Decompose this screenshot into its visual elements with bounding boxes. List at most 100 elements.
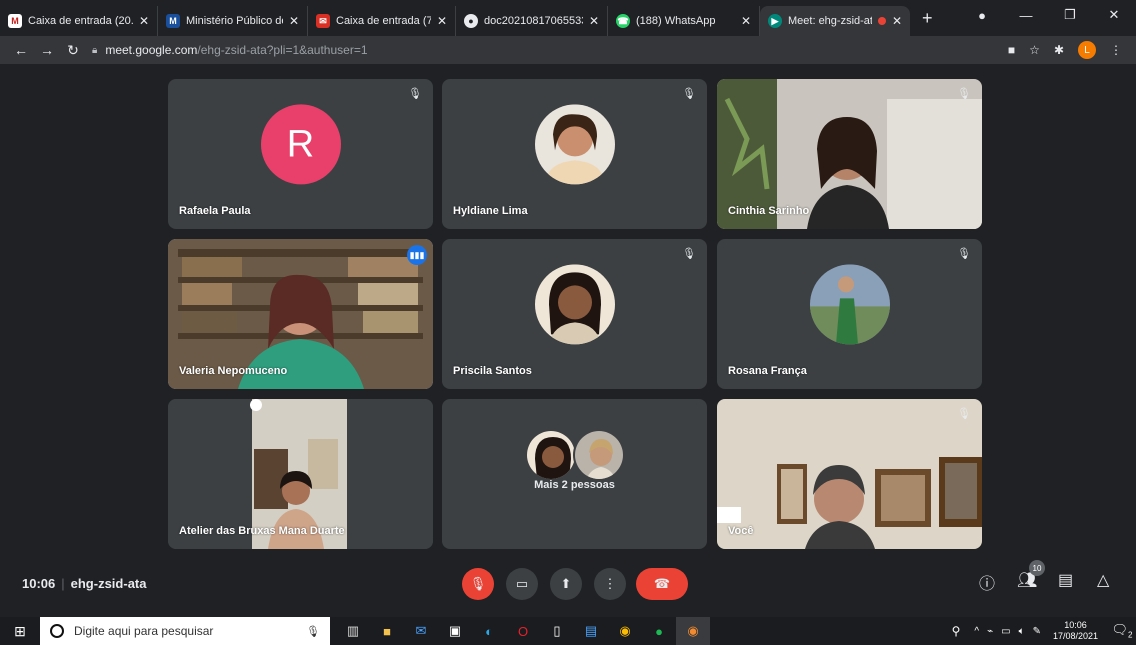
more-options-button[interactable]: ⋮ [594,568,626,600]
participant-name: Priscila Santos [453,365,532,377]
meet-control-bar: 10:06 | ehg-zsid-ata 🎙︎ ▭ ⬆ ⋮ ☎ ⓘ 👥︎ ▤ △ [0,556,1136,612]
avatar: R [260,104,341,185]
taskbar-clock[interactable]: 10:06 17/08/2021 [1053,620,1098,642]
forward-icon[interactable]: → [34,42,60,58]
end-call-button[interactable]: ☎ [636,568,688,600]
more-participants-tile[interactable]: Mais 2 pessoas [442,399,707,549]
more-participants-label: Mais 2 pessoas [534,479,615,491]
participant-tile[interactable]: Atelier das Bruxas Mana Duarte [168,399,433,549]
tab-gmail[interactable]: M Caixa de entrada (20.0 ✕ [0,6,158,36]
self-view-tile[interactable]: 🎙︎ Você [717,399,982,549]
info-icon[interactable]: ⓘ [979,570,995,594]
people-tray-icon[interactable]: ⚲ [952,624,961,638]
battery-icon[interactable]: ▭ [1001,626,1010,637]
notes-icon[interactable]: ▤ [574,617,608,645]
network-icon[interactable]: ⌁ [987,626,993,637]
close-icon[interactable]: ✕ [892,14,902,28]
chat-icon[interactable]: ▤ [1058,570,1073,590]
participant-name: Valeria Nepomuceno [179,365,288,377]
speaking-indicator-icon: ▮▮▮ [407,245,427,265]
tab-meet[interactable]: ▶ Meet: ehg-zsid-at ✕ [760,6,910,36]
recording-icon [877,17,886,25]
new-tab-button[interactable]: + [910,8,945,29]
avatar [525,429,577,481]
whatsapp-icon: ☎ [616,14,630,28]
close-icon[interactable]: ✕ [437,14,447,28]
activities-icon[interactable]: △ [1097,570,1109,590]
mic-off-icon: 🎙︎ [957,248,971,260]
file-explorer-icon[interactable]: ■ [370,617,404,645]
close-icon[interactable]: ✕ [589,14,599,28]
tab-title: Caixa de entrada (7.84 [336,15,431,27]
participant-count-badge: 10 [1029,560,1045,576]
close-icon[interactable]: ✕ [289,14,299,28]
close-icon[interactable]: ✕ [139,14,149,28]
tab-doc[interactable]: ● doc20210817065533. ✕ [456,6,608,36]
task-view-icon[interactable]: ▥ [336,617,370,645]
extensions-icon[interactable]: ✱ [1054,43,1064,57]
avatar [809,264,890,345]
screen: M Caixa de entrada (20.0 ✕ M Ministério … [0,0,1136,645]
camera-toggle-button[interactable]: ▭ [506,568,538,600]
reload-icon[interactable]: ↻ [60,42,86,59]
url-field[interactable]: 🔒︎ meet.google.com/ehg-zsid-ata?pli=1&au… [92,39,1008,61]
store-icon[interactable]: ▣ [438,617,472,645]
notification-count: 2 [1128,630,1133,640]
camera-icon[interactable]: ■ [1008,43,1015,57]
video-feed [717,399,982,549]
media-icon[interactable]: ● [960,8,1004,23]
system-tray: ⚲ ^ ⌁ ▭ 🔈︎ ✎ 10:06 17/08/2021 🗨︎2 [952,617,1136,645]
window-controls: ● — ❐ ✕ [960,0,1136,30]
close-window-icon[interactable]: ✕ [1092,7,1136,23]
taskbar-search-input[interactable]: Digite aqui para pesquisar 🎙︎ [40,617,330,645]
restore-icon[interactable]: ❐ [1048,7,1092,23]
tab-whatsapp[interactable]: ☎ (188) WhatsApp ✕ [608,6,760,36]
opera-icon[interactable]: O [506,617,540,645]
document-icon[interactable]: ▯ [540,617,574,645]
participant-tile[interactable]: 🎙︎ Cinthia Sarinho [717,79,982,229]
notification-icon[interactable]: 🗨︎2 [1108,622,1136,640]
back-icon[interactable]: ← [8,42,34,58]
tab-title: (188) WhatsApp [636,15,716,27]
mail-app-icon[interactable]: ✉ [404,617,438,645]
star-icon[interactable]: ☆ [1029,43,1040,57]
pen-icon[interactable]: ✎ [1033,626,1041,637]
close-icon[interactable]: ✕ [741,14,751,28]
participant-name: Cinthia Sarinho [728,205,810,217]
participant-tile[interactable]: 🎙︎ Hyldiane Lima [442,79,707,229]
mic-off-icon: 🎙︎ [957,408,971,420]
mic-toggle-button[interactable]: 🎙︎ [462,568,494,600]
chrome-active-icon[interactable]: ◉ [676,617,710,645]
present-button[interactable]: ⬆ [550,568,582,600]
avatar[interactable]: L [1078,41,1096,59]
avatar [573,429,625,481]
address-bar: ← → ↻ 🔒︎ meet.google.com/ehg-zsid-ata?pl… [0,36,1136,64]
present-icon: ⬆ [560,576,572,591]
tab-title: Ministério Público de [186,15,283,27]
minimize-icon[interactable]: — [1004,8,1048,23]
windows-taskbar: ⊞ Digite aqui para pesquisar 🎙︎ ▥ ■ ✉ ▣ … [0,617,1136,645]
participant-tile-speaking[interactable]: ▮▮▮ Valeria Nepomuceno [168,239,433,389]
tab-ministerio[interactable]: M Ministério Público de ✕ [158,6,308,36]
windows-start-icon[interactable]: ⊞ [0,623,40,640]
edge-icon[interactable]: ◐ [472,617,506,645]
spotify-icon[interactable]: ● [642,617,676,645]
avatar [534,104,615,185]
volume-icon[interactable]: 🔈︎ [1019,626,1025,637]
mic-icon[interactable]: 🎙︎ [306,625,320,638]
search-circle-icon [50,624,64,638]
tab-title: Caixa de entrada (20.0 [28,15,133,27]
mic-off-icon: 🎙︎ [408,88,422,100]
phone-hangup-icon: ☎ [653,576,671,591]
participant-tile[interactable]: 🎙︎ Priscila Santos [442,239,707,389]
lock-icon: 🔒︎ [92,44,98,56]
participant-name: Você [728,525,754,537]
tab-mail[interactable]: ✉ Caixa de entrada (7.84 ✕ [308,6,456,36]
participant-tile[interactable]: 🎙︎ Rosana França [717,239,982,389]
participant-tile[interactable]: R 🎙︎ Rafaela Paula [168,79,433,229]
meeting-time: 10:06 [22,576,56,591]
menu-icon[interactable]: ⋮ [1110,43,1122,57]
mic-off-icon: 🎙︎ [957,88,971,100]
chevron-up-icon[interactable]: ^ [974,626,979,637]
chrome-icon[interactable]: ◉ [608,617,642,645]
